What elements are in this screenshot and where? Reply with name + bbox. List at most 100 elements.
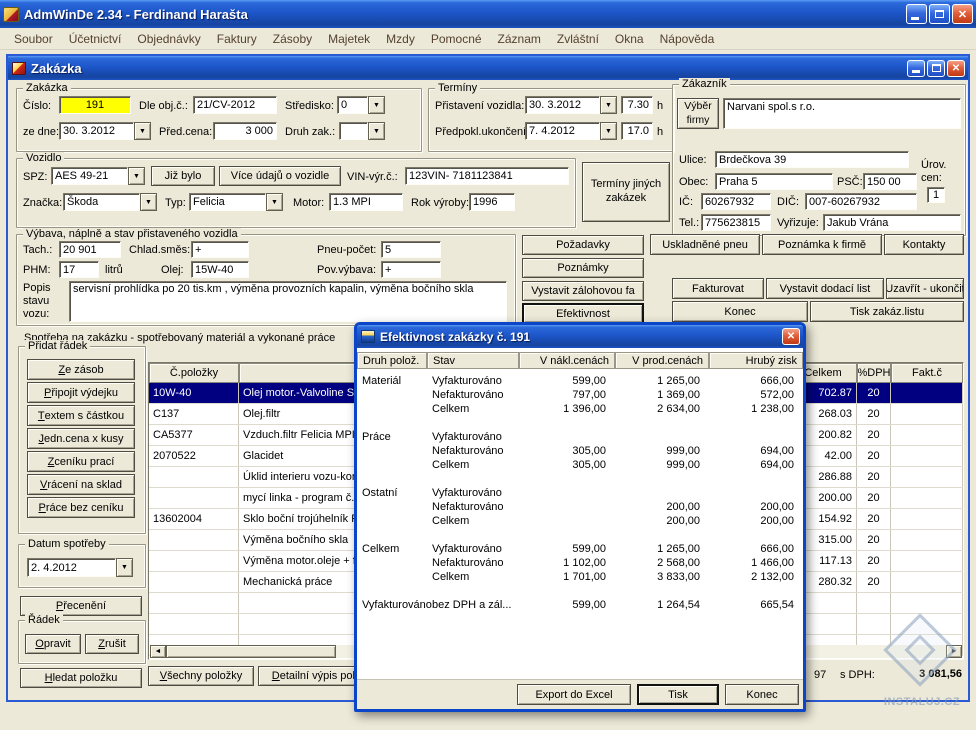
column-header-dph[interactable]: %DPH <box>857 363 891 383</box>
datum-spotreby-select[interactable]: 2. 4.2012 ▼ <box>27 558 133 577</box>
poznamky-button[interactable]: Poznámky <box>522 258 644 278</box>
column-header-nakl-cenach[interactable]: V nákl.cenách <box>519 352 615 369</box>
zakazka-minimize-button[interactable] <box>907 60 925 77</box>
obec-field[interactable]: Praha 5 <box>715 173 833 190</box>
export-do-excel-button[interactable]: Export do Excel <box>517 684 631 705</box>
znacka-select[interactable]: Škoda ▼ <box>63 193 157 211</box>
column-header-druh-poloz[interactable]: Druh polož. <box>357 352 427 369</box>
scroll-right-icon[interactable]: ► <box>946 645 962 658</box>
tisk-zakaz-listu-button[interactable]: Tisk zakáz.listu <box>810 301 964 322</box>
phm-field[interactable]: 17 <box>59 261 99 278</box>
maximize-button[interactable] <box>929 4 950 24</box>
pozadavky-button[interactable]: Požadavky <box>522 235 644 255</box>
vyber-firmy-button[interactable]: Výběr firmy <box>677 98 719 129</box>
poznamka-k-firme-button[interactable]: Poznámka k firmě <box>762 234 882 255</box>
ze-dne-select[interactable]: 30. 3.2012 ▼ <box>59 122 151 140</box>
column-header-prod-cenach[interactable]: V prod.cenách <box>615 352 709 369</box>
chevron-down-icon[interactable]: ▼ <box>140 193 157 211</box>
pripojit-vydejku-button[interactable]: Připojit výdejku <box>27 382 135 403</box>
hledat-polozku-button[interactable]: Hledat položku <box>20 668 142 688</box>
chevron-down-icon[interactable]: ▼ <box>368 96 385 114</box>
chevron-down-icon[interactable]: ▼ <box>128 167 145 185</box>
spz-select[interactable]: AES 49-21 ▼ <box>51 167 145 185</box>
prace-bez-ceniku-button[interactable]: Práce bez ceníku <box>27 497 135 518</box>
uzavrit-ukoncit-button[interactable]: Uzavřít - ukončit <box>886 278 964 299</box>
textem-s-castkou-button[interactable]: Textem s částkou <box>27 405 135 426</box>
menu-item-pomocne[interactable]: Pomocné <box>423 30 490 48</box>
tel-field[interactable]: 775623815 <box>701 214 771 231</box>
tach-field[interactable]: 20 901 <box>59 241 121 258</box>
menu-item-zasoby[interactable]: Zásoby <box>265 30 320 48</box>
ukonceni-time-field[interactable]: 17.0 <box>621 122 653 140</box>
dialog-konec-button[interactable]: Konec <box>725 684 799 705</box>
efektivnost-button[interactable]: Efektivnost <box>522 303 644 324</box>
pneu-pocet-field[interactable]: 5 <box>381 241 441 258</box>
menu-item-okna[interactable]: Okna <box>607 30 652 48</box>
urov-cen-field[interactable]: 1 <box>927 187 945 203</box>
vraceni-na-sklad-button[interactable]: Vrácení na sklad <box>27 474 135 495</box>
pristaveni-time-field[interactable]: 7.30 <box>621 96 653 114</box>
fakturovat-button[interactable]: Fakturovat <box>672 278 764 299</box>
chevron-down-icon[interactable]: ▼ <box>266 193 283 211</box>
rok-vyroby-field[interactable]: 1996 <box>469 193 515 211</box>
kontakty-button[interactable]: Kontakty <box>884 234 964 255</box>
ulice-field[interactable]: Brdečkova 39 <box>715 151 909 168</box>
ukonceni-date-select[interactable]: 7. 4.2012 ▼ <box>525 122 617 140</box>
menu-item-faktury[interactable]: Faktury <box>209 30 265 48</box>
column-header-hruby-zisk[interactable]: Hrubý zisk <box>709 352 803 369</box>
menu-item-zvlastni[interactable]: Zvláštní <box>549 30 607 48</box>
chevron-down-icon[interactable]: ▼ <box>134 122 151 140</box>
olej-field[interactable]: 15W-40 <box>191 261 249 278</box>
zrusit-button[interactable]: Zrušit <box>85 634 139 654</box>
dic-field[interactable]: 007-60267932 <box>805 193 917 210</box>
konec-button[interactable]: Konec <box>672 301 808 322</box>
column-header-stav[interactable]: Stav <box>427 352 519 369</box>
chlad-smes-field[interactable]: + <box>191 241 249 258</box>
ze-zasob-button[interactable]: Ze zásob <box>27 359 135 380</box>
minimize-button[interactable] <box>906 4 927 24</box>
typ-select[interactable]: Felicia ▼ <box>189 193 283 211</box>
vice-udaju-button[interactable]: Více údajů o vozidle <box>219 166 341 186</box>
menu-item-ucetnictvi[interactable]: Účetnictví <box>61 30 130 48</box>
ic-field[interactable]: 60267932 <box>701 193 771 210</box>
vin-field[interactable]: 123VIN- 7181123841 <box>405 167 569 185</box>
menu-item-majetek[interactable]: Majetek <box>320 30 378 48</box>
menu-item-soubor[interactable]: Soubor <box>6 30 61 48</box>
vsechny-polozky-button[interactable]: Všechny položky <box>148 666 254 686</box>
pred-cena-field[interactable]: 3 000 <box>213 122 277 140</box>
zakazka-close-button[interactable]: ✕ <box>947 60 965 77</box>
menu-item-objednavky[interactable]: Objednávky <box>129 30 208 48</box>
popis-stavu-textarea[interactable]: servisní prohlídka po 20 tis.km , výměna… <box>69 281 507 322</box>
opravit-button[interactable]: Opravit <box>25 634 81 654</box>
zakazka-maximize-button[interactable] <box>927 60 945 77</box>
firma-field[interactable]: Narvani spol.s r.o. <box>723 98 961 129</box>
druh-zak-select[interactable]: ▼ <box>339 122 385 140</box>
menu-item-napoveda[interactable]: Nápověda <box>652 30 723 48</box>
z-ceniku-praci-button[interactable]: Z ceníku prací <box>27 451 135 472</box>
pristaveni-date-select[interactable]: 30. 3.2012 ▼ <box>525 96 617 114</box>
scrollbar-thumb[interactable] <box>166 645 336 658</box>
pov-vybava-field[interactable]: + <box>381 261 441 278</box>
vyrizuje-field[interactable]: Jakub Vrána <box>823 214 961 231</box>
chevron-down-icon[interactable]: ▼ <box>116 558 133 577</box>
menu-item-zaznam[interactable]: Záznam <box>490 30 549 48</box>
chevron-down-icon[interactable]: ▼ <box>600 96 617 114</box>
motor-field[interactable]: 1.3 MPI <box>329 193 403 211</box>
menu-item-mzdy[interactable]: Mzdy <box>378 30 423 48</box>
jedn-cena-x-kusy-button[interactable]: Jedn.cena x kusy <box>27 428 135 449</box>
dialog-close-button[interactable]: ✕ <box>782 328 800 345</box>
dle-obj-field[interactable]: 21/CV-2012 <box>193 96 277 114</box>
cislo-field[interactable]: 191 <box>59 96 131 114</box>
chevron-down-icon[interactable]: ▼ <box>600 122 617 140</box>
jiz-bylo-button[interactable]: Již bylo <box>151 166 215 186</box>
vystavit-dodaci-list-button[interactable]: Vystavit dodací list <box>766 278 884 299</box>
column-header-cislo-polozky[interactable]: Č.položky <box>149 363 239 383</box>
scroll-left-icon[interactable]: ◄ <box>150 645 166 658</box>
close-button[interactable]: ✕ <box>952 4 973 24</box>
vystavit-zalohovou-fa-button[interactable]: Vystavit zálohovou fa <box>522 281 644 301</box>
uskladnene-pneu-button[interactable]: Uskladněné pneu <box>650 234 760 255</box>
column-header-fakt[interactable]: Fakt.č <box>891 363 963 383</box>
psc-field[interactable]: 150 00 <box>863 173 917 190</box>
stredisko-select[interactable]: 0 ▼ <box>337 96 385 114</box>
tisk-button[interactable]: Tisk <box>637 684 719 705</box>
